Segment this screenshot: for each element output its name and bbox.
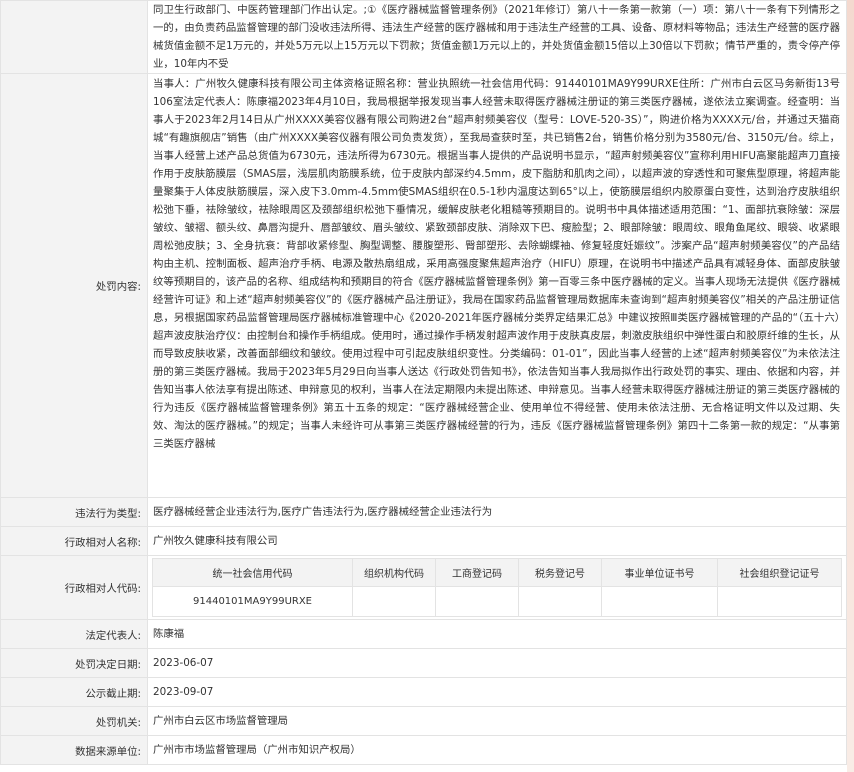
authority-value: 广州市白云区市场监督管理局 [147,706,847,736]
id-header-row: 统一社会信用代码 组织机构代码 工商登记码 税务登记号 事业单位证书号 社会组织… [152,558,842,587]
id-value-credit-code: 91440101MA9Y99URXE [152,586,353,617]
id-value-business-reg [435,586,519,617]
id-value-social-org-cert [717,586,842,617]
id-value-institution-cert [601,586,718,617]
party-code-cell: 统一社会信用代码 组织机构代码 工商登记码 税务登记号 事业单位证书号 社会组织… [147,555,847,620]
public-deadline-value: 2023-09-07 [147,677,847,707]
party-id-table: 统一社会信用代码 组织机构代码 工商登记码 税务登记号 事业单位证书号 社会组织… [152,558,842,617]
legal-rep-label: 法定代表人: [0,619,148,649]
row-data-source: 数据来源单位: 广州市市场监督管理局（广州市知识产权局） [0,735,847,765]
decision-date-value: 2023-06-07 [147,648,847,678]
penalty-content-text: 当事人：广州牧久健康科技有限公司主体资格证照名称：营业执照统一社会信用代码：91… [147,73,847,498]
row-decision-date: 处罚决定日期: 2023-06-07 [0,648,847,678]
row-party-code: 行政相对人代码: 统一社会信用代码 组织机构代码 工商登记码 税务登记号 事业单… [0,555,847,620]
legal-rep-value: 陈康福 [147,619,847,649]
row-authority: 处罚机关: 广州市白云区市场监督管理局 [0,706,847,736]
decision-date-label: 处罚决定日期: [0,648,148,678]
party-code-label: 行政相对人代码: [0,555,148,620]
id-header-credit-code: 统一社会信用代码 [152,558,353,587]
id-value-row: 91440101MA9Y99URXE [152,586,842,617]
page-edge-decoration [847,0,854,772]
penalty-content-label: 处罚内容: [0,73,148,498]
public-deadline-label: 公示截止期: [0,677,148,707]
violation-type-value: 医疗器械经营企业违法行为,医疗广告违法行为,医疗器械经营企业违法行为 [147,497,847,527]
row-public-deadline: 公示截止期: 2023-09-07 [0,677,847,707]
data-source-label: 数据来源单位: [0,735,148,765]
row-violation-type: 违法行为类型: 医疗器械经营企业违法行为,医疗广告违法行为,医疗器械经营企业违法… [0,497,847,527]
row-party-name: 行政相对人名称: 广州牧久健康科技有限公司 [0,526,847,556]
id-value-tax-reg [518,586,602,617]
id-header-business-reg: 工商登记码 [435,558,519,587]
authority-label: 处罚机关: [0,706,148,736]
id-header-institution-cert: 事业单位证书号 [601,558,718,587]
id-header-tax-reg: 税务登记号 [518,558,602,587]
id-header-social-org-cert: 社会组织登记证号 [717,558,842,587]
violation-type-label: 违法行为类型: [0,497,148,527]
party-name-value: 广州牧久健康科技有限公司 [147,526,847,556]
content-continuation-text: 同卫生行政部门、中医药管理部门作出认定。;①《医疗器械监督管理条例》（2021年… [147,0,847,74]
penalty-detail-table: 同卫生行政部门、中医药管理部门作出认定。;①《医疗器械监督管理条例》（2021年… [0,0,847,765]
row-legal-rep: 法定代表人: 陈康福 [0,619,847,649]
empty-label-cell [0,0,148,74]
id-value-org-code [352,586,436,617]
row-content-continuation: 同卫生行政部门、中医药管理部门作出认定。;①《医疗器械监督管理条例》（2021年… [0,0,847,74]
row-penalty-content: 处罚内容: 当事人：广州牧久健康科技有限公司主体资格证照名称：营业执照统一社会信… [0,73,847,498]
id-header-org-code: 组织机构代码 [352,558,436,587]
party-name-label: 行政相对人名称: [0,526,148,556]
data-source-value: 广州市市场监督管理局（广州市知识产权局） [147,735,847,765]
